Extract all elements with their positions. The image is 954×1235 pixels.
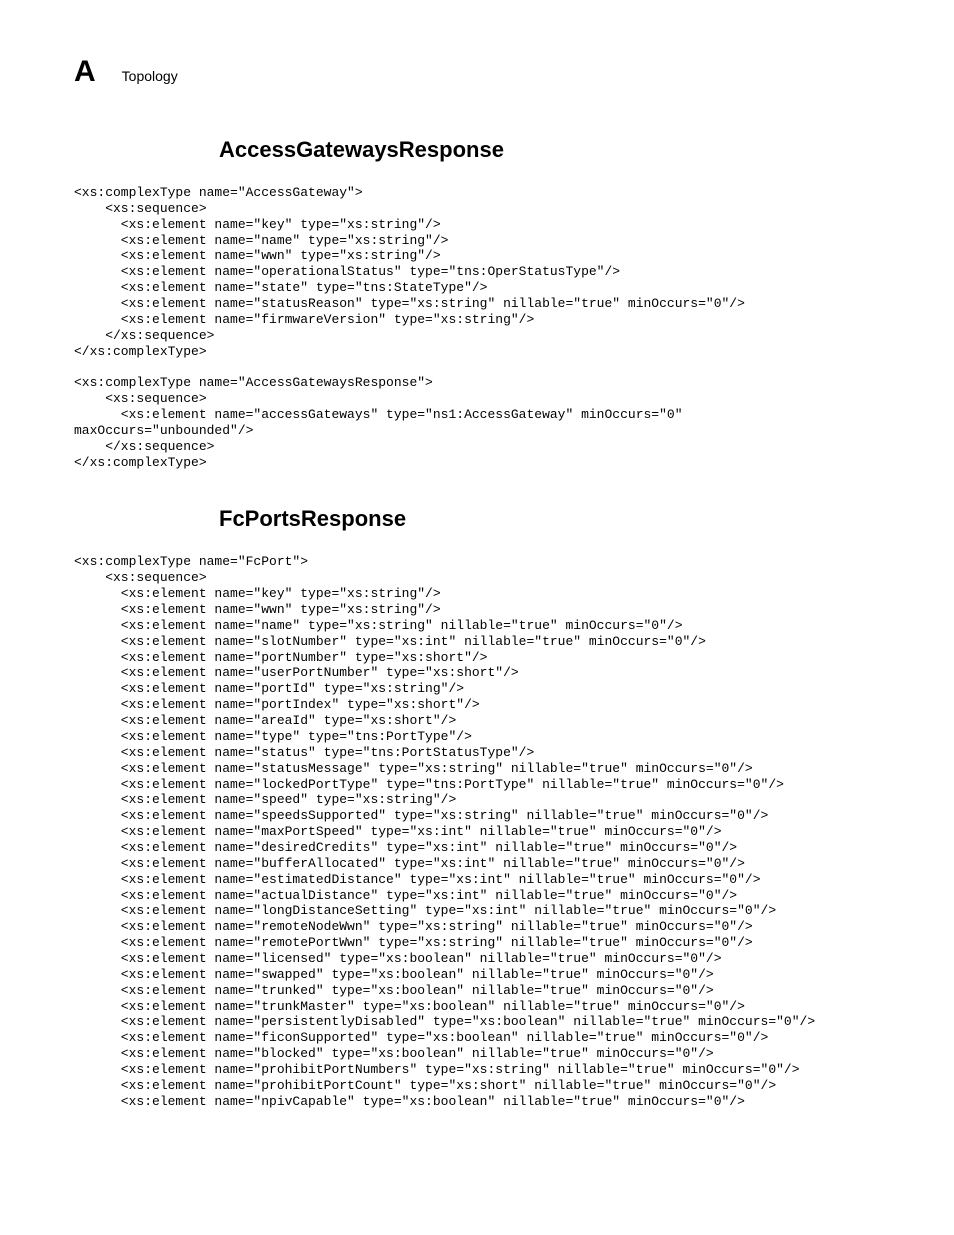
code-block-access: <xs:complexType name="AccessGateway"> <x… <box>74 185 880 470</box>
code-block-fcports: <xs:complexType name="FcPort"> <xs:seque… <box>74 554 880 1109</box>
appendix-letter: A <box>74 55 96 89</box>
header-topic: Topology <box>122 68 178 84</box>
section-heading-access: AccessGatewaysResponse <box>219 137 880 163</box>
document-page: A Topology AccessGatewaysResponse <xs:co… <box>0 0 954 1235</box>
section-heading-fcports: FcPortsResponse <box>219 506 880 532</box>
page-header: A Topology <box>74 55 880 89</box>
